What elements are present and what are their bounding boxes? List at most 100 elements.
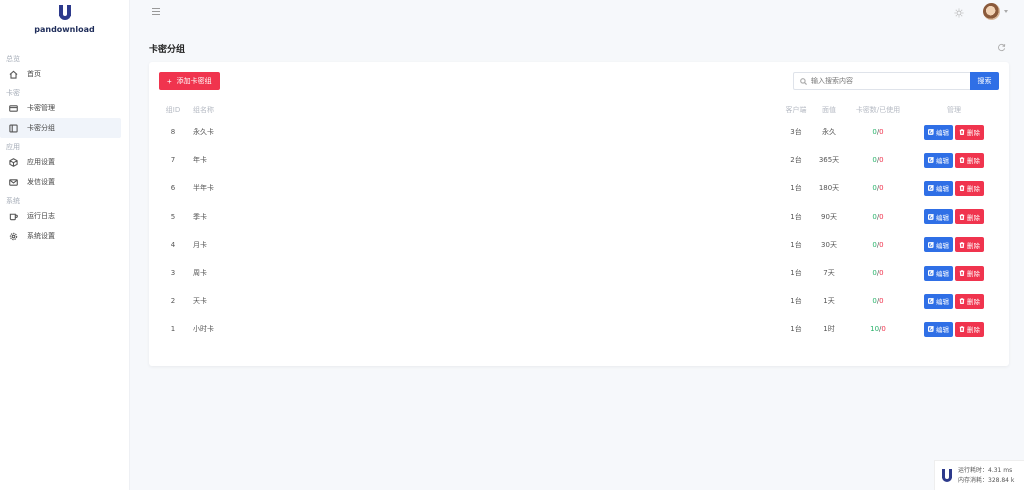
edit-label: 编辑 bbox=[936, 213, 949, 222]
delete-button[interactable]: 删除 bbox=[955, 209, 984, 225]
delete-button[interactable]: 删除 bbox=[955, 321, 984, 337]
card-used: 0 bbox=[879, 156, 884, 165]
cell-face: 180天 bbox=[818, 184, 840, 193]
edit-button[interactable]: 编辑 bbox=[924, 321, 953, 337]
card-used: 0 bbox=[879, 128, 884, 137]
cell-manage: 编辑 删除 bbox=[909, 203, 999, 231]
card-total: 0 bbox=[872, 240, 877, 249]
cell-manage: 编辑 删除 bbox=[909, 287, 999, 315]
menu-toggle-icon[interactable] bbox=[152, 8, 160, 17]
search-input[interactable] bbox=[811, 77, 961, 85]
card-total: 0 bbox=[872, 184, 877, 193]
delete-button[interactable]: 删除 bbox=[955, 293, 984, 309]
card-used: 0 bbox=[879, 240, 884, 249]
add-group-label: 添加卡密组 bbox=[176, 78, 212, 85]
cell-devices: 1台 bbox=[790, 269, 802, 278]
cell-count: 0/0 bbox=[872, 240, 884, 249]
sidebar-item-label: 运行日志 bbox=[27, 212, 55, 220]
chevron-down-icon[interactable] bbox=[1004, 10, 1008, 13]
sidebar-item[interactable]: 发信设置 bbox=[0, 172, 129, 192]
delete-label: 删除 bbox=[967, 298, 980, 307]
edit-label: 编辑 bbox=[936, 326, 949, 335]
sidebar-item[interactable]: 卡密分组 bbox=[0, 118, 121, 138]
cell-devices: 1台 bbox=[790, 184, 802, 193]
logo-icon bbox=[58, 5, 72, 20]
add-group-button[interactable]: + 添加卡密组 bbox=[159, 72, 220, 90]
nav-group-title: 卡密 bbox=[6, 89, 20, 97]
cell-manage: 编辑 删除 bbox=[909, 118, 999, 146]
cell-face: 30天 bbox=[821, 240, 837, 249]
delete-label: 删除 bbox=[967, 241, 980, 250]
sidebar-item[interactable]: 应用设置 bbox=[0, 152, 129, 172]
edit-button[interactable]: 编辑 bbox=[924, 124, 953, 140]
edit-button[interactable]: 编辑 bbox=[924, 293, 953, 309]
trash-icon bbox=[959, 185, 965, 192]
logo[interactable]: pandownload bbox=[0, 0, 129, 50]
perf-panel: 运行耗时：4.31 ms 内存消耗：328.84 k bbox=[934, 460, 1024, 490]
trash-icon bbox=[959, 241, 965, 248]
edit-icon bbox=[928, 241, 934, 248]
delete-button[interactable]: 删除 bbox=[955, 152, 984, 168]
edit-label: 编辑 bbox=[936, 185, 949, 194]
col-header-name: 组名称 bbox=[193, 106, 214, 114]
app-name: pandownload bbox=[34, 25, 95, 34]
cell-count: 0/0 bbox=[872, 156, 884, 165]
cell-id: 8 bbox=[170, 128, 176, 137]
delete-label: 删除 bbox=[967, 157, 980, 166]
user-avatar[interactable] bbox=[983, 3, 1000, 20]
cell-id: 7 bbox=[170, 156, 176, 165]
cell-count: 10/0 bbox=[870, 325, 886, 334]
cell-name: 月卡 bbox=[193, 240, 207, 249]
sidebar-item-label: 发信设置 bbox=[27, 178, 55, 186]
cell-manage: 编辑 删除 bbox=[909, 231, 999, 259]
delete-label: 删除 bbox=[967, 326, 980, 335]
edit-button[interactable]: 编辑 bbox=[924, 237, 953, 253]
runtime-text: 运行耗时：4.31 ms bbox=[958, 466, 1013, 474]
delete-button[interactable]: 删除 bbox=[955, 265, 984, 281]
group-table: 组ID 组名称 客户端 面值 卡密数/已使用 管理 8 永久卡 3台 永久 0/… bbox=[159, 102, 999, 344]
theme-toggle-icon[interactable] bbox=[954, 8, 964, 18]
card-total: 0 bbox=[872, 212, 877, 221]
edit-button[interactable]: 编辑 bbox=[924, 209, 953, 225]
card-used: 0 bbox=[881, 325, 886, 334]
col-header-count: 卡密数/已使用 bbox=[855, 106, 901, 114]
card-used: 0 bbox=[879, 212, 884, 221]
edit-button[interactable]: 编辑 bbox=[924, 265, 953, 281]
cell-devices: 1台 bbox=[790, 212, 802, 221]
edit-button[interactable]: 编辑 bbox=[924, 180, 953, 196]
nav-group: 系统 运行日志 系统设置 bbox=[0, 196, 129, 246]
delete-button[interactable]: 删除 bbox=[955, 124, 984, 140]
sidebar-item-label: 卡密分组 bbox=[27, 124, 55, 132]
sidebar-item[interactable]: 卡密管理 bbox=[0, 98, 129, 118]
card-used: 0 bbox=[879, 269, 884, 278]
memory-text: 内存消耗：328.84 k bbox=[958, 476, 1015, 484]
cell-count: 0/0 bbox=[872, 212, 884, 221]
table-row: 1 小时卡 1台 1时 10/0 编辑 删除 bbox=[159, 315, 999, 343]
table-header-row: 组ID 组名称 客户端 面值 卡密数/已使用 管理 bbox=[159, 102, 999, 118]
cell-face: 永久 bbox=[822, 128, 836, 137]
search-button[interactable]: 搜索 bbox=[970, 72, 999, 90]
sidebar-item[interactable]: 首页 bbox=[0, 64, 129, 84]
cell-devices: 1台 bbox=[790, 297, 802, 306]
sidebar-item[interactable]: 系统设置 bbox=[0, 226, 129, 246]
delete-button[interactable]: 删除 bbox=[955, 237, 984, 253]
cell-face: 365天 bbox=[818, 156, 840, 165]
cell-devices: 3台 bbox=[790, 128, 802, 137]
refresh-icon[interactable] bbox=[997, 43, 1006, 52]
nav-group: 总览 首页 bbox=[0, 54, 129, 84]
table-row: 2 天卡 1台 1天 0/0 编辑 删除 bbox=[159, 287, 999, 315]
delete-button[interactable]: 删除 bbox=[955, 180, 984, 196]
cell-manage: 编辑 删除 bbox=[909, 174, 999, 202]
cell-name: 季卡 bbox=[193, 212, 207, 221]
trash-icon bbox=[959, 326, 965, 333]
edit-label: 编辑 bbox=[936, 129, 949, 138]
edit-button[interactable]: 编辑 bbox=[924, 152, 953, 168]
trash-icon bbox=[959, 213, 965, 220]
gear-icon bbox=[8, 231, 18, 241]
edit-icon bbox=[928, 270, 934, 276]
col-header-face: 面值 bbox=[822, 106, 836, 114]
table-row: 4 月卡 1台 30天 0/0 编辑 删除 bbox=[159, 231, 999, 259]
nav-group-title: 应用 bbox=[6, 143, 20, 151]
sidebar-item[interactable]: 运行日志 bbox=[0, 206, 129, 226]
trash-icon bbox=[959, 298, 965, 305]
